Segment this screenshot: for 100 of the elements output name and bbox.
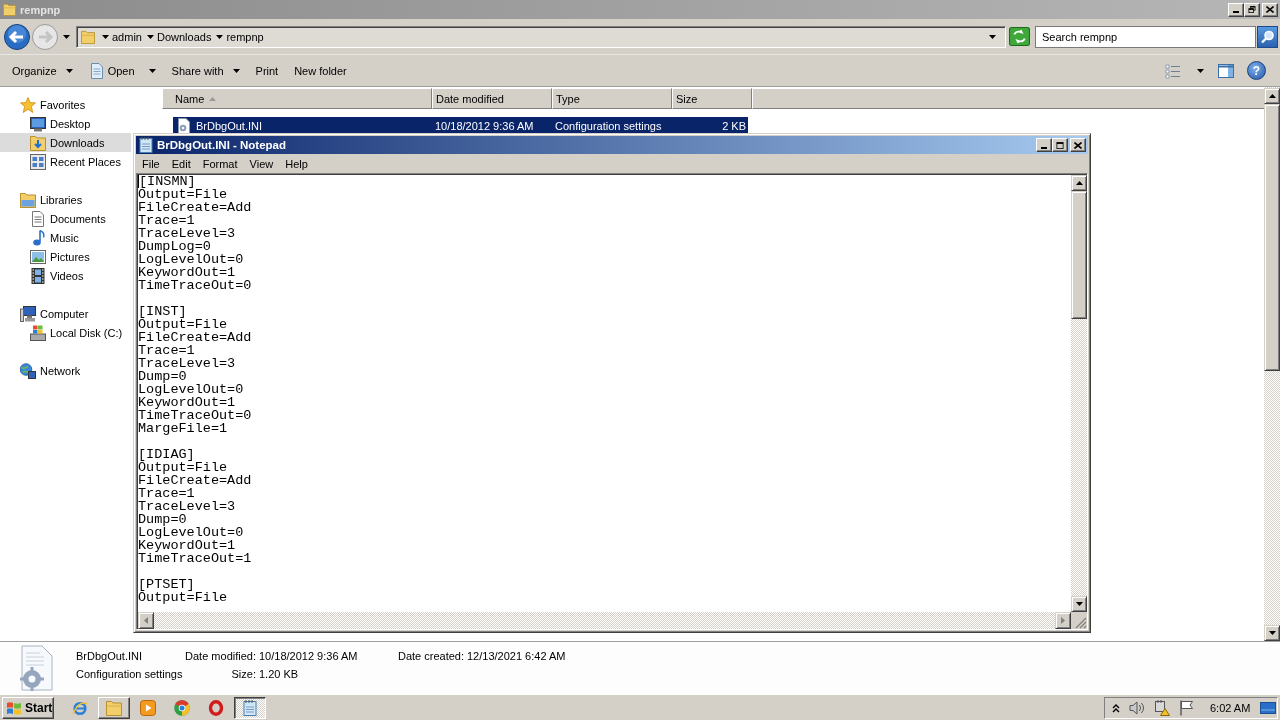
start-logo-icon [6, 699, 22, 716]
scroll-thumb[interactable] [1071, 191, 1087, 319]
scroll-up-button[interactable] [1264, 88, 1280, 104]
text-line: Trace=1 [138, 214, 195, 227]
sidebar-item[interactable]: Computer [0, 304, 131, 323]
text-line: LogLevelOut=0 [138, 383, 244, 396]
text-line: TraceLevel=3 [138, 227, 236, 240]
taskbar-button[interactable] [234, 696, 266, 719]
play-icon [140, 699, 156, 716]
sidebar-item[interactable]: Downloads [0, 133, 131, 152]
text-line: Dump=0 [138, 513, 187, 526]
sidebar-item[interactable]: Videos [0, 266, 131, 285]
horizontal-scrollbar[interactable] [138, 612, 1071, 629]
start-button[interactable]: Start [2, 696, 54, 719]
text-line: Output=File [138, 188, 228, 201]
sidebar-item[interactable]: Desktop [0, 114, 131, 133]
detail-label: Size: [231, 668, 256, 680]
toolbar-button[interactable]: Share with [164, 58, 247, 83]
right-arrow-icon [1061, 617, 1065, 624]
text-line: TimeTraceOut=0 [138, 409, 252, 422]
toolbar-button[interactable]: Organize [5, 58, 80, 83]
scroll-up-button[interactable] [1071, 175, 1087, 191]
refresh-button[interactable] [1009, 27, 1030, 46]
text-line: DumpLog=0 [138, 240, 211, 253]
column-header[interactable]: Name [162, 88, 432, 109]
toolbar-button[interactable]: New folder [287, 58, 354, 83]
show-desktop-icon[interactable] [1260, 699, 1276, 716]
toolbar-button[interactable]: Open [81, 58, 163, 83]
scroll-down-button[interactable] [1264, 625, 1280, 641]
breadcrumb-item[interactable]: rempnp [226, 30, 264, 43]
text-cursor [138, 175, 139, 188]
file-type: Configuration settings [76, 668, 183, 680]
window-title: rempnp [20, 3, 61, 16]
scroll-right-button[interactable] [1055, 612, 1071, 629]
caret-icon [216, 34, 224, 39]
back-button[interactable] [4, 23, 30, 50]
browser-icon [72, 699, 88, 716]
down-arrow-icon [1268, 631, 1276, 635]
speaker-icon[interactable] [1129, 699, 1145, 716]
sidebar-item[interactable]: Local Disk (C:) [0, 323, 131, 342]
text-line: LogLevelOut=0 [138, 253, 244, 266]
vertical-scrollbar[interactable] [1264, 87, 1280, 641]
column-header[interactable]: Size [672, 88, 752, 109]
sidebar-item[interactable]: Favorites [0, 95, 131, 114]
text-line: Dump=0 [138, 370, 187, 383]
breadcrumb-item[interactable]: Downloads [156, 30, 212, 43]
film-icon [30, 267, 46, 284]
caret-icon [146, 34, 154, 39]
table-cell: Configuration settings [555, 120, 662, 132]
folder-icon [3, 3, 16, 16]
up-arrow-icon [1268, 94, 1276, 98]
flag-icon[interactable] [1179, 699, 1195, 716]
text-line: MargeFile=1 [138, 422, 228, 435]
column-header[interactable]: Type [552, 88, 672, 109]
text-line: [IDIAG] [138, 448, 195, 461]
column-header[interactable]: Date modified [432, 88, 552, 109]
sidebar-item[interactable]: Recent Places [0, 152, 131, 171]
sidebar-item[interactable]: Pictures [0, 247, 131, 266]
round-logo-icon [174, 699, 190, 716]
folder-icon [106, 699, 122, 716]
sidebar-item[interactable]: Music [0, 228, 131, 247]
text-line: Trace=1 [138, 344, 195, 357]
scroll-left-button[interactable] [138, 612, 154, 629]
scroll-thumb[interactable] [1264, 104, 1280, 371]
table-cell: 2 KB [722, 120, 746, 132]
preview-pane-icon [1218, 62, 1234, 79]
menu-item[interactable]: View [243, 155, 280, 172]
text-line: Output=File [138, 461, 228, 474]
notepad-icon [138, 137, 154, 153]
vertical-scrollbar[interactable] [1071, 175, 1087, 612]
caret-icon [102, 34, 109, 39]
search-button[interactable] [1257, 25, 1278, 48]
text-line: TimeTraceOut=1 [138, 552, 252, 565]
address-bar[interactable]: admin Downloads rempnp [76, 25, 1006, 48]
close-button[interactable] [1070, 138, 1086, 152]
table-cell: 10/18/2012 9:36 AM [435, 120, 534, 132]
caret-icon [1197, 68, 1204, 73]
minimize-button[interactable] [1036, 138, 1052, 152]
menu-item[interactable]: Format [196, 155, 244, 172]
clock[interactable]: 6:02 AM [1210, 701, 1251, 714]
breadcrumb-item[interactable]: admin [112, 30, 142, 43]
toolbar-button[interactable]: Print [248, 58, 286, 83]
text-line: [PTSET] [138, 578, 195, 591]
text-line: FileCreate=Add [138, 201, 252, 214]
detail-label: Date created: [397, 650, 464, 662]
sidebar-item[interactable]: Documents [0, 209, 131, 228]
menu-item[interactable]: Help [279, 155, 314, 172]
sidebar-item[interactable]: Libraries [0, 190, 131, 209]
refresh-icon [1009, 27, 1030, 46]
down-arrow-icon [1075, 602, 1083, 606]
maximize-button[interactable] [1052, 138, 1068, 152]
menu-item[interactable]: Edit [165, 155, 197, 172]
menu-item[interactable]: File [136, 155, 166, 172]
monitor-icon [30, 115, 46, 132]
network-warning-icon[interactable] [1154, 699, 1170, 716]
sidebar-item[interactable]: Network [0, 361, 131, 380]
search-field[interactable]: Search rempnp [1035, 25, 1256, 48]
window-title: BrDbgOut.INI - Notepad [157, 139, 287, 151]
scroll-down-button[interactable] [1071, 596, 1087, 612]
download-folder-icon [30, 134, 46, 151]
